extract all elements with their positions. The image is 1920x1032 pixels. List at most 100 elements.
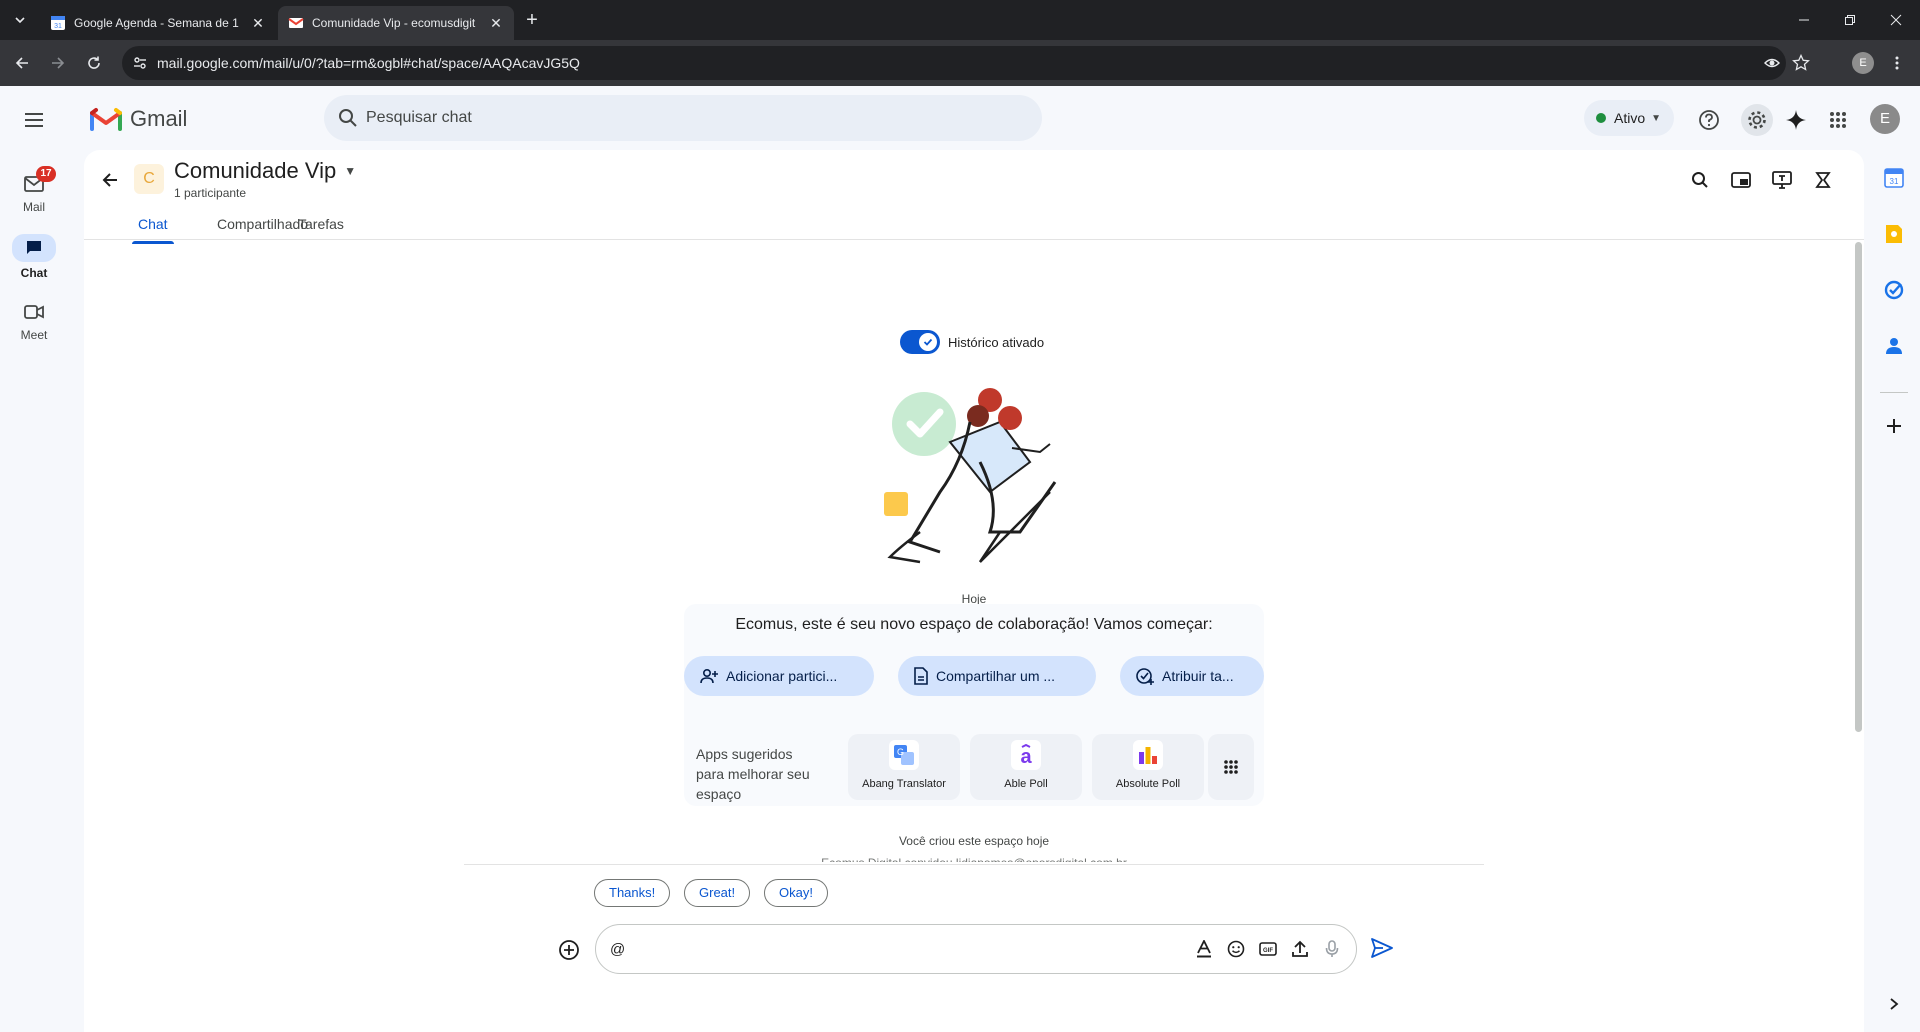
more-apps-grid-icon[interactable] [1208, 734, 1254, 800]
absolute-poll-icon [1133, 740, 1163, 770]
chat-space-panel: C Comunidade Vip ▼ 1 participante Chat C… [84, 150, 1864, 1032]
history-label: Histórico ativado [948, 334, 1045, 350]
search-bar[interactable] [324, 95, 1042, 141]
translator-icon: G [889, 740, 919, 770]
tab-title: Google Agenda - Semana de 1 [74, 16, 239, 30]
space-member-count: 1 participante [174, 186, 247, 200]
close-window-icon[interactable] [1873, 0, 1919, 40]
browser-toolbar: mail.google.com/mail/u/0/?tab=rm&ogbl#ch… [0, 40, 1920, 86]
gemini-sparkle-icon[interactable] [1784, 108, 1808, 132]
app-able-poll[interactable]: a Able Poll [970, 734, 1082, 800]
tab-title: Comunidade Vip - ecomusdigit [312, 16, 476, 30]
calendar-icon[interactable]: 31 [1882, 166, 1906, 190]
new-tab-button[interactable]: + [520, 8, 544, 32]
chevron-down-icon: ▼ [1651, 112, 1662, 124]
able-poll-icon: a [1011, 740, 1041, 770]
tasks-icon[interactable] [1882, 278, 1906, 302]
quick-reply-okay[interactable]: Okay! [764, 879, 828, 907]
emoji-icon[interactable] [1224, 937, 1248, 961]
reload-icon[interactable] [82, 51, 106, 75]
svg-text:a: a [1020, 746, 1032, 766]
close-tab-icon[interactable]: ✕ [488, 15, 504, 31]
browser-profile-avatar[interactable]: E [1852, 52, 1874, 74]
back-arrow-icon[interactable] [98, 168, 122, 192]
account-avatar[interactable]: E [1870, 104, 1900, 134]
space-name: Comunidade Vip [174, 158, 337, 183]
share-file-button[interactable]: Compartilhar um ... [898, 656, 1096, 696]
gif-icon[interactable]: GIF [1256, 937, 1280, 961]
svg-text:GIF: GIF [1263, 948, 1273, 954]
upload-icon[interactable] [1288, 937, 1312, 961]
browser-tab-bar: 31 Google Agenda - Semana de 1 ✕ Comunid… [0, 0, 1920, 40]
side-panel-divider [1880, 392, 1908, 393]
settings-gear-icon[interactable] [1741, 104, 1773, 136]
chat-icon [12, 234, 56, 262]
format-text-icon[interactable] [1192, 937, 1216, 961]
nav-item-chat[interactable]: Chat [0, 234, 68, 294]
tab-tasks[interactable]: Tarefas [298, 216, 344, 232]
nav-label-chat: Chat [20, 266, 48, 280]
svg-text:31: 31 [1890, 177, 1899, 186]
browser-tab-chat[interactable]: Comunidade Vip - ecomusdigit ✕ [278, 6, 514, 40]
app-abang-translator[interactable]: G Abang Translator [848, 734, 960, 800]
site-info-icon[interactable] [132, 55, 148, 71]
search-in-space-icon[interactable] [1688, 168, 1712, 192]
nav-item-mail[interactable]: Mail [0, 172, 68, 230]
space-name-menu[interactable]: Comunidade Vip ▼ [174, 158, 356, 184]
keep-icon[interactable] [1882, 222, 1906, 246]
quick-reply-great[interactable]: Great! [684, 879, 751, 907]
help-icon[interactable] [1697, 108, 1721, 132]
app-absolute-poll[interactable]: Absolute Poll [1092, 734, 1204, 800]
microphone-icon[interactable] [1320, 937, 1344, 961]
message-composer[interactable]: GIF [595, 924, 1357, 974]
app-name: Able Poll [1004, 778, 1048, 790]
eye-off-icon[interactable] [1763, 54, 1781, 72]
invite-notice-partial: Ecomus Digital convidou lidiapomes@opors… [84, 856, 1864, 862]
forward-icon[interactable] [46, 51, 70, 75]
nav-item-meet[interactable]: Meet [0, 300, 68, 358]
meet-icon [22, 300, 46, 324]
space-tabs: Chat Compartilhado Tarefas [84, 202, 1864, 244]
tab-shared[interactable]: Compartilhado [217, 216, 308, 232]
add-participants-button[interactable]: Adicionar partici... [684, 656, 874, 696]
contacts-icon[interactable] [1882, 334, 1906, 358]
add-addon-plus-icon[interactable] [1882, 414, 1906, 438]
scrollbar[interactable] [1855, 242, 1862, 732]
message-input[interactable] [610, 925, 1170, 973]
pop-out-icon[interactable] [1729, 168, 1753, 192]
expand-panel-chevron-icon[interactable] [1882, 992, 1906, 1016]
quick-reply-thanks[interactable]: Thanks! [594, 879, 671, 907]
present-screen-icon[interactable] [1770, 168, 1794, 192]
status-selector[interactable]: Ativo ▼ [1584, 100, 1674, 136]
status-dot [1596, 113, 1606, 123]
add-attachment-plus-icon[interactable] [556, 937, 582, 963]
search-icon[interactable] [338, 108, 358, 128]
restore-icon[interactable] [1827, 0, 1873, 40]
browser-tab-calendar[interactable]: 31 Google Agenda - Semana de 1 ✕ [40, 6, 276, 40]
file-icon [914, 667, 928, 685]
back-icon[interactable] [10, 51, 34, 75]
status-label: Ativo [1614, 110, 1646, 126]
apps-grid-icon[interactable] [1826, 108, 1850, 132]
bookmark-star-icon[interactable] [1792, 54, 1810, 72]
tab-chat[interactable]: Chat [132, 216, 174, 244]
integrations-icon[interactable] [1811, 168, 1835, 192]
address-bar[interactable]: mail.google.com/mail/u/0/?tab=rm&ogbl#ch… [122, 46, 1810, 80]
app-name: Gmail [130, 106, 188, 131]
nav-label-meet: Meet [20, 328, 48, 342]
minimize-icon[interactable] [1781, 0, 1827, 40]
suggested-apps-label: Apps sugeridos para melhorar seu espaço [696, 746, 810, 802]
gmail-logo[interactable]: Gmail [90, 106, 187, 132]
close-tab-icon[interactable]: ✕ [250, 15, 266, 31]
search-input[interactable] [366, 95, 1006, 141]
history-toggle-row: Histórico ativado [900, 330, 1044, 354]
main-menu-icon[interactable] [18, 104, 50, 136]
send-icon[interactable] [1368, 934, 1396, 962]
app-name: Absolute Poll [1115, 778, 1181, 790]
welcome-illustration [884, 388, 1057, 564]
browser-menu-icon[interactable] [1885, 51, 1909, 75]
history-toggle[interactable] [900, 330, 940, 354]
calendar-icon: 31 [51, 16, 65, 30]
assign-task-button[interactable]: Atribuir ta... [1120, 656, 1264, 696]
tab-list-chevron-icon[interactable] [8, 8, 32, 32]
